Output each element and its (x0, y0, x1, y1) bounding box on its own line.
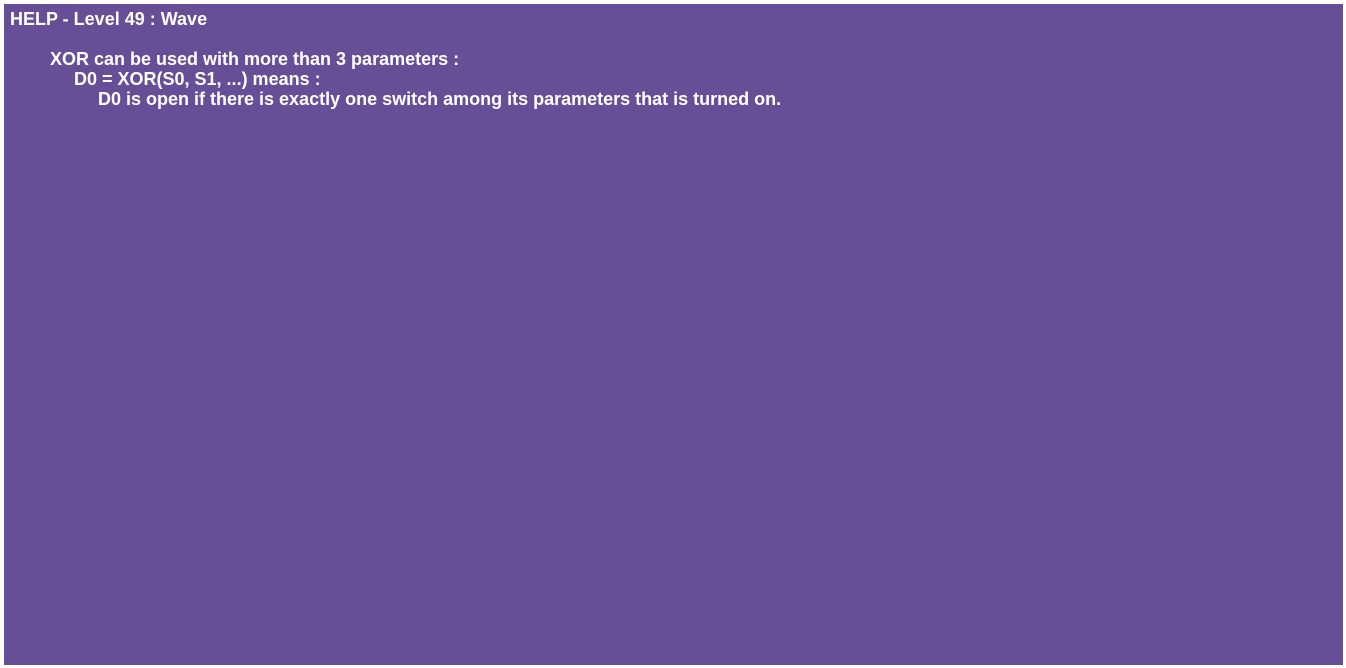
help-title: HELP - Level 49 : Wave (10, 9, 208, 29)
help-text-line: D0 is open if there is exactly one switc… (98, 89, 782, 109)
help-text-line: D0 = XOR(S0, S1, ...) means : (74, 69, 321, 89)
help-panel: HELP - Level 49 : Wave XOR can be used w… (4, 4, 1343, 665)
help-text-line: XOR can be used with more than 3 paramet… (50, 49, 460, 69)
